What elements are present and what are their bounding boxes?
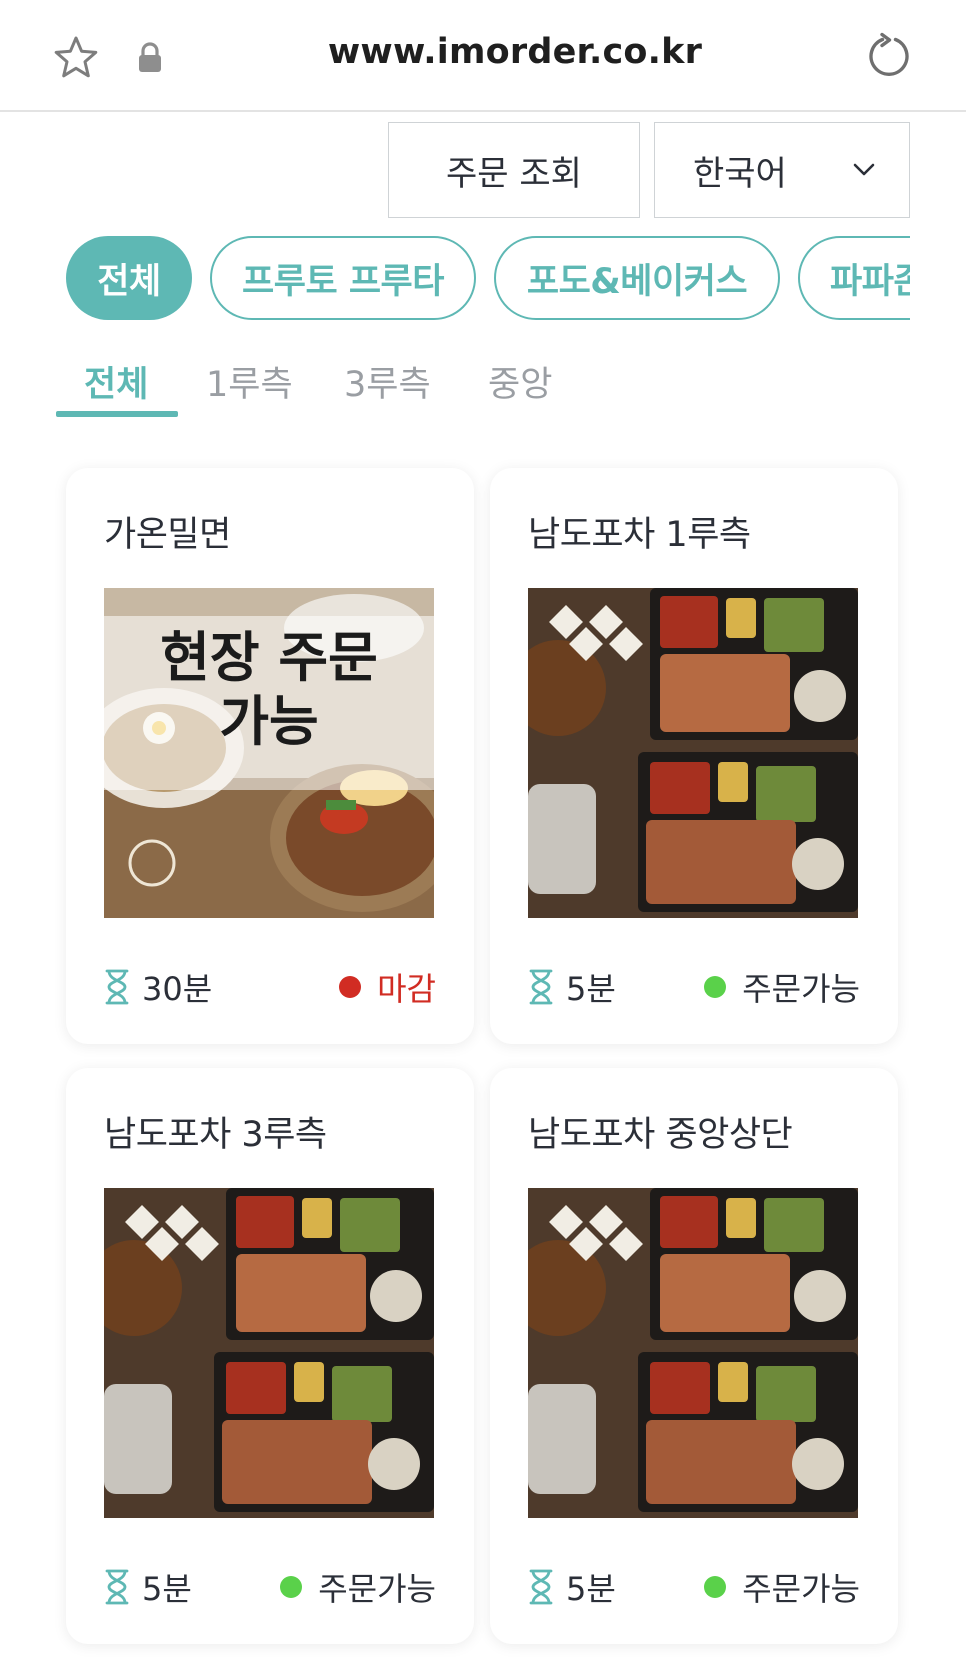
order-status: 주문가능 — [704, 964, 860, 1010]
wait-time: 30분 — [104, 964, 212, 1010]
store-photo — [104, 1188, 434, 1518]
store-card[interactable]: 가온밀면 현장 주문 가능 30분 마감 — [66, 468, 474, 1044]
store-card[interactable]: 남도포차 3루측 5분 주문가능 — [66, 1068, 474, 1644]
tab-label: 중앙 — [488, 365, 553, 405]
chip-label: 전체 — [97, 261, 161, 302]
overlay-line: 현장 주문 — [160, 626, 378, 689]
star-icon[interactable] — [52, 34, 100, 82]
wait-time: 5분 — [104, 1564, 192, 1610]
chip-label: 프루토 프루타 — [242, 261, 444, 302]
wait-time: 5분 — [528, 1564, 616, 1610]
order-status: 마감 — [339, 964, 436, 1010]
store-chip-row: 전체 프루토 프루타 포도&베이커스 파파존 — [0, 234, 910, 324]
order-lookup-button[interactable]: 주문 조회 — [388, 122, 640, 218]
url-text[interactable]: www.imorder.co.kr — [200, 32, 830, 72]
chip-papa-johns[interactable]: 파파존 — [798, 236, 910, 320]
active-tab-indicator — [56, 411, 178, 417]
tab-label: 전체 — [84, 365, 149, 405]
store-card[interactable]: 남도포차 1루측 5분 주문가능 — [490, 468, 898, 1044]
store-name: 남도포차 1루측 — [528, 515, 751, 555]
tab-first-base[interactable]: 1루측 — [206, 356, 293, 407]
order-lookup-label: 주문 조회 — [446, 153, 582, 194]
store-name: 남도포차 중앙상단 — [528, 1115, 793, 1155]
wait-time-label: 5분 — [566, 970, 616, 1008]
status-dot-icon — [280, 1576, 303, 1598]
reload-icon[interactable] — [865, 32, 913, 80]
order-status: 주문가능 — [704, 1564, 860, 1610]
browser-address-bar: www.imorder.co.kr — [0, 0, 966, 112]
chip-all[interactable]: 전체 — [66, 236, 192, 320]
chevron-down-icon — [853, 163, 875, 176]
tab-center[interactable]: 중앙 — [488, 356, 552, 407]
status-label: 주문가능 — [742, 970, 860, 1008]
wait-time-label: 30분 — [142, 970, 213, 1008]
tab-label: 3루측 — [344, 365, 431, 405]
store-card[interactable]: 남도포차 중앙상단 5분 주문가능 — [490, 1068, 898, 1644]
chip-label: 파파존 — [830, 261, 910, 302]
status-label: 주문가능 — [742, 1570, 860, 1608]
chip-podo-bakers[interactable]: 포도&베이커스 — [494, 236, 780, 320]
wait-time-label: 5분 — [142, 1570, 192, 1608]
hourglass-icon — [105, 969, 129, 1005]
store-photo — [528, 588, 858, 918]
store-photo: 현장 주문 가능 — [104, 588, 434, 918]
store-photo — [528, 1188, 858, 1518]
wait-time: 5분 — [528, 964, 616, 1010]
hourglass-icon — [529, 969, 553, 1005]
status-label: 주문가능 — [318, 1570, 436, 1608]
language-label: 한국어 — [693, 153, 787, 194]
status-dot-icon — [339, 976, 362, 998]
photo-overlay-text: 현장 주문 가능 — [104, 626, 434, 754]
wait-time-label: 5분 — [566, 1570, 616, 1608]
tab-label: 1루측 — [206, 365, 293, 405]
store-name: 가온밀면 — [104, 515, 231, 555]
overlay-line: 가능 — [219, 690, 319, 753]
hourglass-icon — [529, 1569, 553, 1605]
status-dot-icon — [704, 1576, 727, 1598]
status-label: 마감 — [377, 970, 436, 1008]
tab-all[interactable]: 전체 — [84, 356, 148, 407]
tab-third-base[interactable]: 3루측 — [344, 356, 431, 407]
chip-fruto-fruta[interactable]: 프루토 프루타 — [210, 236, 476, 320]
status-dot-icon — [704, 976, 727, 998]
language-select[interactable]: 한국어 — [654, 122, 910, 218]
chip-label: 포도&베이커스 — [526, 261, 748, 302]
order-status: 주문가능 — [280, 1564, 436, 1610]
store-name: 남도포차 3루측 — [104, 1115, 327, 1155]
lock-icon — [139, 42, 161, 72]
hourglass-icon — [105, 1569, 129, 1605]
